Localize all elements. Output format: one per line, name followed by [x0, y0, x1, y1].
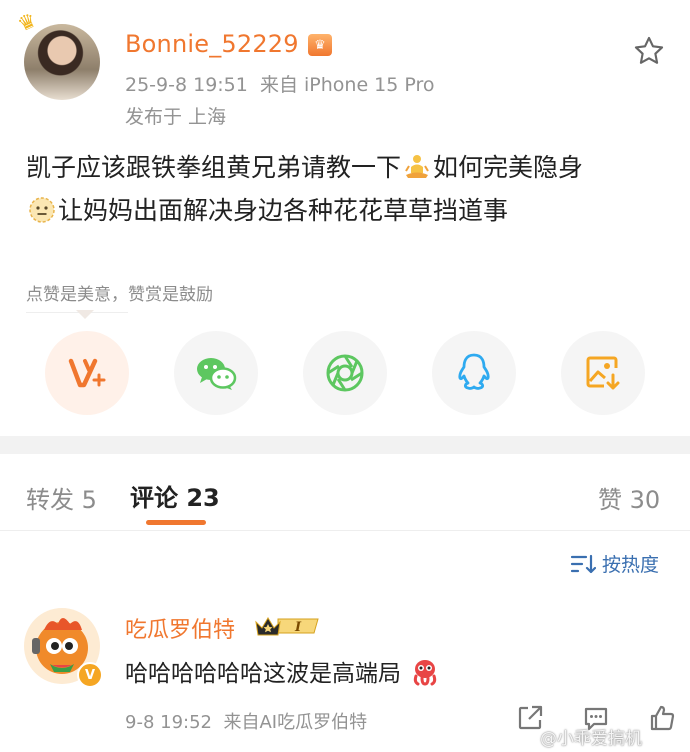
post-source: 来自 iPhone 15 Pro — [259, 74, 435, 96]
wechat-share-button[interactable] — [174, 331, 258, 415]
post-location: 发布于 上海 — [125, 106, 227, 128]
comment-text: 哈哈哈哈哈哈这波是高端局 — [125, 654, 442, 688]
post-text-line1b: 如何完美隐身 — [433, 153, 584, 182]
tabs-divider — [0, 530, 690, 531]
meditate-emoji-icon — [405, 155, 429, 178]
moments-icon — [326, 354, 364, 392]
member-level-text: I — [294, 620, 302, 635]
vip-crown-icon: ♛ — [308, 34, 332, 56]
tab-active-indicator — [146, 520, 206, 525]
reward-tip: 点赞是美意，赞赏是鼓励 — [26, 285, 213, 305]
sort-button[interactable]: 按热度 — [570, 550, 659, 577]
sort-icon — [570, 554, 596, 573]
qq-icon — [458, 353, 490, 390]
post-datetime: 25-9-8 19:51 — [125, 74, 248, 96]
save-image-button[interactable] — [561, 331, 645, 415]
comment-datetime: 9-8 19:52 — [125, 712, 212, 733]
moments-share-button[interactable] — [303, 331, 387, 415]
like-comment-icon[interactable] — [648, 704, 676, 732]
post-text-line2: 让妈妈出面解决身边各种花花草草挡道事 — [58, 196, 509, 225]
post-meta: 25-9-8 19:51 来自 iPhone 15 Pro — [125, 70, 435, 97]
wechat-icon — [197, 358, 237, 390]
post-body: 凯子应该跟铁拳组黄兄弟请教一下 如何完美隐身 让妈妈出面解决身边各种花花草草挡道… — [26, 146, 666, 232]
author-name[interactable]: Bonnie_52229 — [125, 30, 299, 58]
comment-source: 来自AI吃瓜罗伯特 — [223, 712, 368, 733]
author-avatar[interactable] — [24, 24, 100, 100]
qq-share-button[interactable] — [432, 331, 516, 415]
save-image-icon — [586, 356, 620, 390]
tab-comment[interactable]: 评论 23 — [130, 478, 220, 513]
verified-badge: V — [77, 662, 103, 688]
section-gap — [0, 436, 690, 454]
favorite-star-icon[interactable] — [632, 34, 666, 68]
v-plus-icon — [68, 358, 106, 388]
tab-like[interactable]: 赞 30 — [598, 480, 660, 515]
octopus-emoji-icon — [414, 660, 437, 686]
watermark: @小乖爱搞机 — [540, 729, 642, 749]
sort-label: 按热度 — [602, 554, 660, 576]
member-level-badge: I — [254, 614, 322, 638]
comment-meta: 9-8 19:52 来自AI吃瓜罗伯特 — [125, 708, 367, 734]
commenter-name[interactable]: 吃瓜罗伯特 — [125, 612, 235, 644]
tab-repost[interactable]: 转发 5 — [26, 480, 97, 515]
tip-arrow — [76, 310, 94, 319]
member-crown-badge-icon: I — [255, 617, 319, 636]
post-text-line1: 凯子应该跟铁拳组黄兄弟请教一下 — [26, 153, 402, 182]
neutral-face-emoji-icon — [29, 197, 55, 223]
v-plus-button[interactable] — [45, 331, 129, 415]
comment-text-content: 哈哈哈哈哈哈这波是高端局 — [125, 661, 401, 687]
